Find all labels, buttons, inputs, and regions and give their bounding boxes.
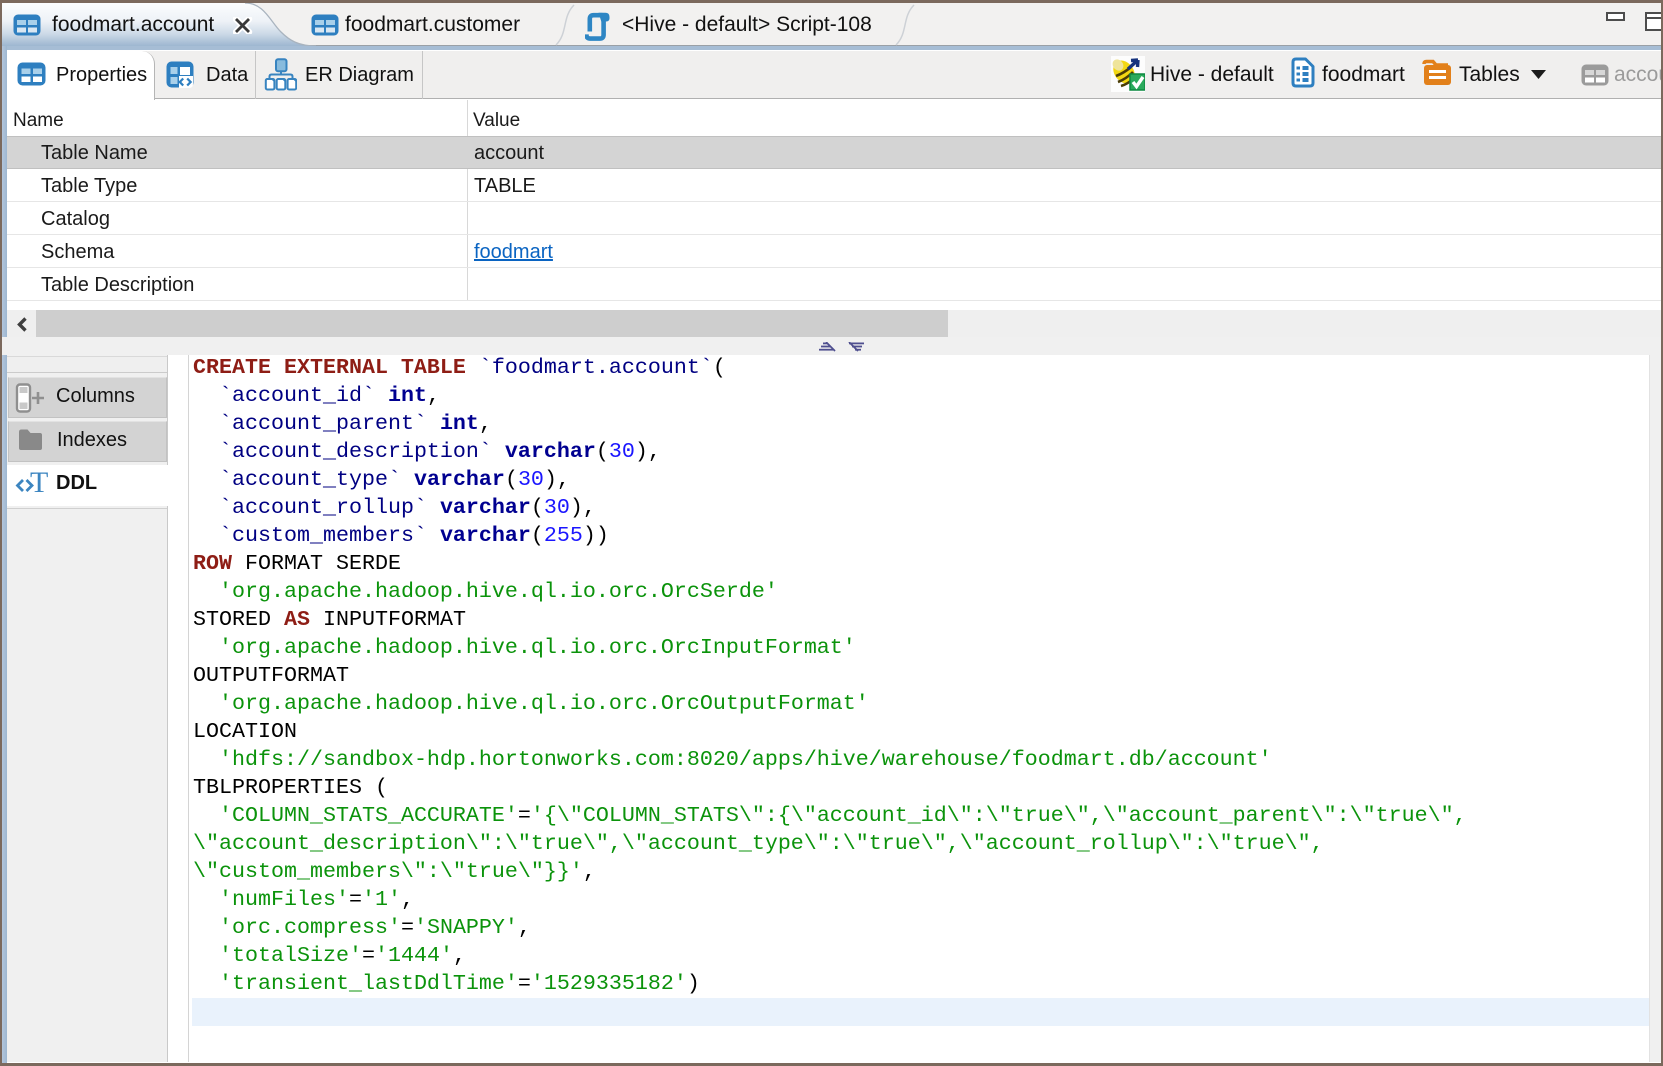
svg-text:T: T	[30, 470, 48, 496]
